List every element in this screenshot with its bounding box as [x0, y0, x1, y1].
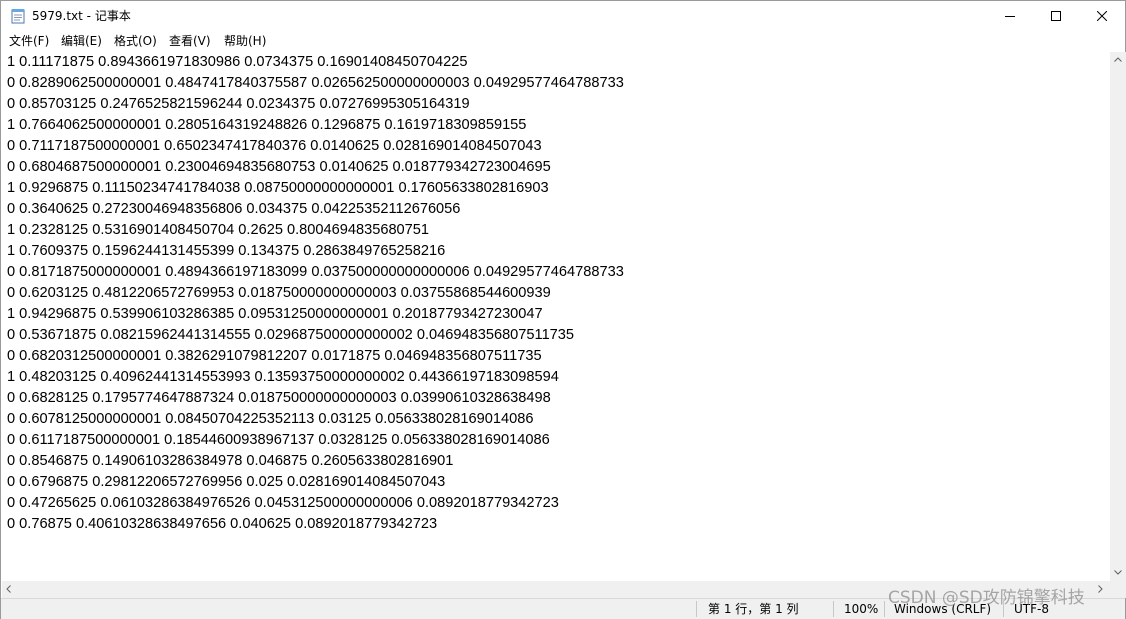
notepad-window: 5979.txt - 记事本 文件(F) 编辑(E) 格式(O) 查看(V) 帮…	[0, 0, 1126, 619]
text-line: 0 0.8546875 0.14906103286384978 0.046875…	[7, 453, 454, 469]
csdn-watermark: CSDN @SD攻防锦擎科技	[888, 588, 1085, 608]
minimize-button[interactable]	[987, 1, 1033, 31]
zoom-level: 100%	[844, 602, 879, 616]
text-line: 0 0.7117187500000001 0.6502347417840376 …	[7, 138, 542, 154]
text-line: 1 0.9296875 0.11150234741784038 0.087500…	[7, 180, 549, 196]
window-title: 5979.txt - 记事本	[32, 9, 131, 23]
status-divider	[696, 601, 697, 617]
text-line: 1 0.7609375 0.1596244131455399 0.134375 …	[7, 243, 446, 259]
title-bar[interactable]: 5979.txt - 记事本	[1, 1, 1125, 31]
text-line: 0 0.6117187500000001 0.18544600938967137…	[7, 432, 550, 448]
cursor-position: 第 1 行，第 1 列	[708, 602, 799, 616]
text-line: 1 0.2328125 0.5316901408450704 0.2625 0.…	[7, 222, 430, 238]
text-line: 1 0.11171875 0.8943661971830986 0.073437…	[7, 54, 468, 70]
menu-file[interactable]: 文件(F)	[8, 33, 50, 49]
status-divider	[884, 601, 885, 617]
close-button[interactable]	[1079, 1, 1125, 31]
minimize-icon	[1005, 16, 1015, 17]
menu-view[interactable]: 查看(V)	[168, 33, 212, 49]
text-line: 0 0.3640625 0.27230046948356806 0.034375…	[7, 201, 461, 217]
scrollbar-corner	[1110, 581, 1126, 598]
scroll-left-icon[interactable]	[6, 585, 11, 593]
maximize-icon	[1051, 11, 1061, 21]
text-line: 0 0.6804687500000001 0.23004694835680753…	[7, 159, 551, 175]
menu-bar: 文件(F) 编辑(E) 格式(O) 查看(V) 帮助(H)	[1, 31, 1125, 51]
text-line: 0 0.6820312500000001 0.3826291079812207 …	[7, 348, 542, 364]
text-line: 1 0.94296875 0.539906103286385 0.0953125…	[7, 306, 543, 322]
menu-edit[interactable]: 编辑(E)	[60, 33, 103, 49]
text-line: 0 0.8289062500000001 0.4847417840375587 …	[7, 75, 624, 91]
text-line: 0 0.6828125 0.1795774647887324 0.0187500…	[7, 390, 551, 406]
scroll-down-icon[interactable]	[1114, 570, 1122, 575]
text-line: 0 0.85703125 0.2476525821596244 0.023437…	[7, 96, 470, 112]
text-line: 0 0.53671875 0.08215962441314555 0.02968…	[7, 327, 575, 343]
menu-format[interactable]: 格式(O)	[113, 33, 158, 49]
text-editor[interactable]: 1 0.11171875 0.8943661971830986 0.073437…	[2, 52, 1110, 581]
text-line: 0 0.6203125 0.4812206572769953 0.0187500…	[7, 285, 551, 301]
text-line: 0 0.76875 0.40610328638497656 0.040625 0…	[7, 516, 438, 532]
text-line: 1 0.7664062500000001 0.2805164319248826 …	[7, 117, 527, 133]
text-line: 0 0.6796875 0.29812206572769956 0.025 0.…	[7, 474, 446, 490]
text-line: 0 0.47265625 0.06103286384976526 0.04531…	[7, 495, 559, 511]
text-line: 0 0.8171875000000001 0.4894366197183099 …	[7, 264, 624, 280]
scroll-right-icon[interactable]	[1098, 585, 1103, 593]
text-line: 1 0.48203125 0.40962441314553993 0.13593…	[7, 369, 559, 385]
scroll-up-icon[interactable]	[1114, 57, 1122, 62]
vertical-scrollbar[interactable]	[1110, 52, 1126, 581]
close-icon	[1097, 11, 1107, 21]
maximize-button[interactable]	[1033, 1, 1079, 31]
text-line: 0 0.6078125000000001 0.08450704225352113…	[7, 411, 534, 427]
notepad-icon	[11, 9, 25, 24]
menu-help[interactable]: 帮助(H)	[223, 33, 267, 49]
status-divider	[833, 601, 834, 617]
